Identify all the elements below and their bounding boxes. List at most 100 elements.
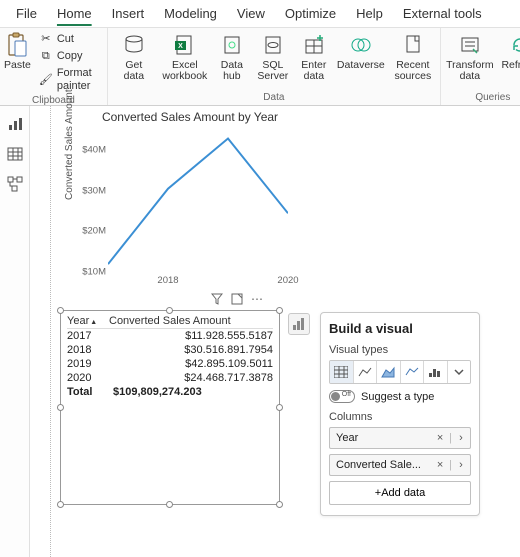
resize-handle[interactable] xyxy=(166,307,173,314)
tab-optimize[interactable]: Optimize xyxy=(275,2,346,25)
dataverse-button[interactable]: Dataverse xyxy=(336,30,386,71)
resize-handle[interactable] xyxy=(57,307,64,314)
scissors-icon: ✂ xyxy=(39,33,53,47)
dataverse-label: Dataverse xyxy=(337,60,385,71)
svg-text:X: X xyxy=(178,43,183,50)
visual-type-table[interactable] xyxy=(330,361,354,383)
resize-handle[interactable] xyxy=(57,404,64,411)
ytick-label: $30M xyxy=(74,185,106,196)
more-icon[interactable]: ⋯ xyxy=(250,292,264,306)
column-menu-icon[interactable]: › xyxy=(452,459,470,471)
column-pill-amount[interactable]: Converted Sale... ×| › xyxy=(329,454,471,476)
enter-data-label: Enter data xyxy=(301,60,326,82)
toggle-off-label: Off xyxy=(342,391,351,398)
bar-chart-icon xyxy=(292,317,306,331)
table-row[interactable]: 2018$30.516.891.7954 xyxy=(67,343,273,357)
ribbon-group-queries: Transform data Refresh Queries xyxy=(441,28,520,105)
line-chart-visual[interactable]: Converted Sales Amount by Year Converted… xyxy=(66,108,296,298)
data-hub-label: Data hub xyxy=(221,60,243,82)
sql-server-button[interactable]: SQL Server xyxy=(254,30,292,82)
suggest-row: Off Suggest a type xyxy=(329,390,471,403)
transform-label: Transform data xyxy=(446,60,493,82)
tab-modeling[interactable]: Modeling xyxy=(154,2,227,25)
paste-button[interactable]: Paste xyxy=(4,30,31,71)
table-visual[interactable]: Year▲ Converted Sales Amount 2017$11.928… xyxy=(60,310,280,505)
data-view-button[interactable] xyxy=(5,144,25,164)
cell-amount: $30.516.891.7954 xyxy=(109,344,273,356)
table-row[interactable]: 2017$11.928.555.5187 xyxy=(67,329,273,343)
visual-type-picker xyxy=(329,360,471,384)
col-header-year[interactable]: Year xyxy=(67,315,89,327)
visual-type-line2[interactable] xyxy=(401,361,425,383)
table-total-row: Total $109,809,274.203 xyxy=(67,385,273,399)
sort-asc-icon: ▲ xyxy=(90,319,97,326)
cell-year: 2019 xyxy=(67,358,109,370)
recent-sources-button[interactable]: Recent sources xyxy=(390,30,436,82)
ytick-label: $40M xyxy=(74,145,106,156)
total-value: $109,809,274.203 xyxy=(109,386,273,398)
group-label-queries: Queries xyxy=(445,91,520,105)
table-header: Year▲ Converted Sales Amount xyxy=(67,315,273,329)
excel-workbook-button[interactable]: XExcel workbook xyxy=(160,30,210,82)
cut-label: Cut xyxy=(57,33,74,46)
copy-button[interactable]: ⧉ Copy xyxy=(35,49,103,65)
doc-icon xyxy=(400,32,426,58)
visual-type-bar[interactable] xyxy=(424,361,448,383)
get-data-button[interactable]: Get data xyxy=(112,30,156,82)
cell-year: 2020 xyxy=(67,372,109,384)
transform-data-button[interactable]: Transform data xyxy=(445,30,495,82)
resize-handle[interactable] xyxy=(276,404,283,411)
tab-file[interactable]: File xyxy=(6,2,47,25)
column-menu-icon[interactable]: › xyxy=(452,432,470,444)
tab-home[interactable]: Home xyxy=(47,2,102,25)
tab-insert[interactable]: Insert xyxy=(102,2,155,25)
build-visual-panel: Build a visual Visual types Off Suggest … xyxy=(320,312,480,516)
total-label: Total xyxy=(67,386,109,398)
remove-column-icon[interactable]: × xyxy=(431,432,449,444)
add-data-button[interactable]: +Add data xyxy=(329,481,471,505)
focus-icon[interactable] xyxy=(230,292,244,306)
table-row[interactable]: 2020$24.468.717.3878 xyxy=(67,371,273,385)
enter-data-button[interactable]: Enter data xyxy=(296,30,332,82)
tab-view[interactable]: View xyxy=(227,2,275,25)
ytick-label: $20M xyxy=(74,226,106,237)
chart-svg xyxy=(108,130,288,272)
cell-amount: $24.468.717.3878 xyxy=(109,372,273,384)
ribbon: Paste ✂Cut ⧉Copy 🖌Format painter Clipboa… xyxy=(0,28,520,106)
chart-title: Converted Sales Amount by Year xyxy=(66,108,296,126)
col-header-amount[interactable]: Converted Sales Amount xyxy=(109,315,273,327)
resize-handle[interactable] xyxy=(166,501,173,508)
visual-type-line[interactable] xyxy=(354,361,378,383)
resize-handle[interactable] xyxy=(276,307,283,314)
get-data-label: Get data xyxy=(124,60,144,82)
resize-handle[interactable] xyxy=(57,501,64,508)
suggest-toggle[interactable]: Off xyxy=(329,390,355,403)
copy-label: Copy xyxy=(57,50,83,63)
columns-label: Columns xyxy=(329,411,471,423)
chevron-down-icon xyxy=(454,367,464,377)
database-icon xyxy=(121,32,147,58)
report-view-button[interactable] xyxy=(5,114,25,134)
visual-type-area[interactable] xyxy=(377,361,401,383)
refresh-icon xyxy=(507,32,520,58)
switch-visual-button[interactable] xyxy=(288,313,310,335)
table-row[interactable]: 2019$42.895.109.5011 xyxy=(67,357,273,371)
filter-icon[interactable] xyxy=(210,292,224,306)
model-view-button[interactable] xyxy=(5,174,25,194)
resize-handle[interactable] xyxy=(276,501,283,508)
xtick-label: 2018 xyxy=(157,275,178,286)
chart-toolbar: ⋯ xyxy=(210,292,264,306)
column-pill-year[interactable]: Year ×| › xyxy=(329,427,471,449)
copy-icon: ⧉ xyxy=(39,50,53,64)
chart-plot-area: $10M$20M$30M$40M20182020 xyxy=(108,130,288,272)
refresh-button[interactable]: Refresh xyxy=(499,30,520,71)
remove-column-icon[interactable]: × xyxy=(431,459,449,471)
cut-button[interactable]: ✂ Cut xyxy=(35,32,103,48)
tab-help[interactable]: Help xyxy=(346,2,393,25)
suggest-label: Suggest a type xyxy=(361,391,434,403)
tab-external-tools[interactable]: External tools xyxy=(393,2,492,25)
clipboard-icon xyxy=(4,32,30,58)
visual-type-more[interactable] xyxy=(448,361,471,383)
pill-label: Year xyxy=(330,432,431,444)
data-hub-button[interactable]: Data hub xyxy=(214,30,250,82)
